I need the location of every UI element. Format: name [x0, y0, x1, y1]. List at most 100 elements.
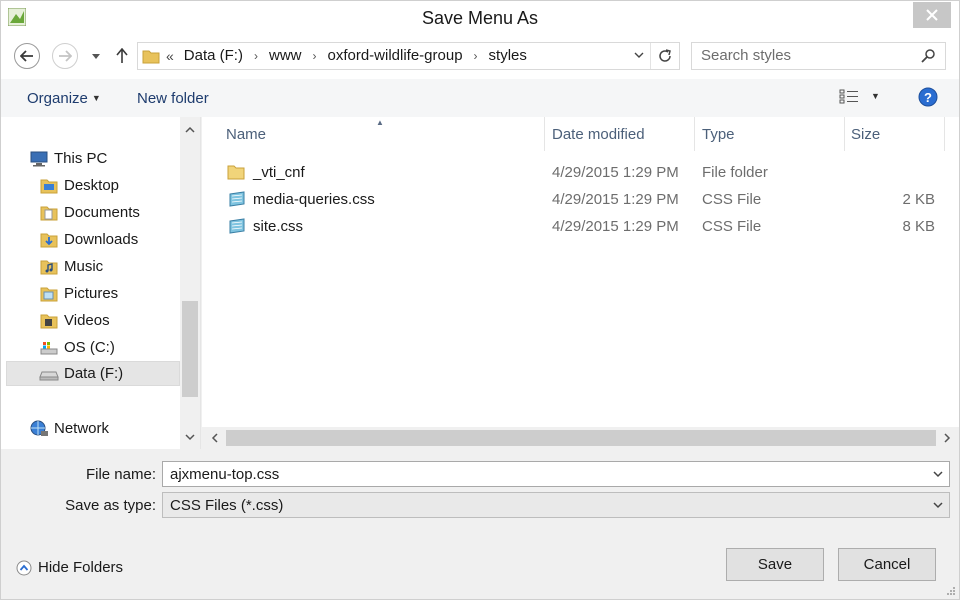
nav-item-videos[interactable]: Videos	[39, 308, 110, 333]
cancel-button[interactable]: Cancel	[838, 548, 936, 581]
chevron-up-icon	[185, 126, 195, 133]
file-size: 2 KB	[902, 191, 935, 208]
search-input[interactable]	[701, 47, 901, 64]
nav-item-downloads[interactable]: Downloads	[39, 227, 138, 252]
column-divider[interactable]	[544, 117, 545, 151]
navigation-scrollbar[interactable]	[180, 117, 200, 449]
file-type: CSS File	[702, 218, 762, 235]
breadcrumb-item[interactable]: oxford-wildlife-group	[327, 47, 462, 64]
videos-folder-icon	[40, 314, 58, 328]
help-icon[interactable]: ?	[918, 87, 938, 107]
arrow-left-icon	[20, 50, 33, 62]
new-folder-button[interactable]: New folder	[137, 90, 209, 107]
column-divider[interactable]	[694, 117, 695, 151]
breadcrumb-separator-icon[interactable]: ›	[312, 49, 316, 63]
hide-folders-button[interactable]: Hide Folders	[16, 559, 123, 576]
nav-item-label: Desktop	[64, 177, 120, 194]
breadcrumb-separator-icon[interactable]: ›	[474, 49, 478, 63]
chevron-left-icon	[211, 433, 218, 443]
sort-ascending-icon: ▲	[376, 118, 384, 127]
file-date: 4/29/2015 1:29 PM	[552, 164, 679, 181]
address-row: « Data (F:) › www › oxford-wildlife-grou…	[1, 35, 959, 79]
navigation-pane: This PC Desktop Documents Downloads Musi…	[1, 117, 201, 449]
column-header-size[interactable]: Size	[851, 117, 880, 151]
scrollbar-thumb[interactable]	[182, 301, 198, 397]
scroll-left-button[interactable]	[203, 428, 225, 448]
column-divider[interactable]	[944, 117, 945, 151]
file-row[interactable]: _vti_cnf 4/29/2015 1:29 PM File folder	[202, 159, 959, 186]
music-folder-icon	[40, 260, 58, 274]
system-drive-icon	[40, 341, 58, 354]
resize-grip-icon[interactable]	[946, 586, 956, 596]
file-name-input[interactable]	[170, 466, 910, 483]
search-box[interactable]	[691, 42, 946, 70]
folder-icon	[142, 50, 160, 64]
chevron-down-icon[interactable]	[932, 470, 944, 479]
chevron-down-icon[interactable]	[932, 501, 944, 510]
address-bar[interactable]: « Data (F:) › www › oxford-wildlife-grou…	[137, 42, 680, 70]
breadcrumb-item[interactable]: styles	[489, 47, 527, 64]
column-header-type[interactable]: Type	[702, 117, 735, 151]
chevron-down-icon: ▼	[91, 93, 101, 103]
back-button[interactable]	[14, 43, 40, 69]
nav-item-label: This PC	[54, 150, 108, 167]
organize-label: Organize	[27, 90, 88, 107]
address-dropdown-icon[interactable]	[633, 49, 645, 61]
column-header-date[interactable]: Date modified	[552, 117, 645, 151]
breadcrumb-item[interactable]: www	[269, 47, 302, 64]
scrollbar-thumb[interactable]	[226, 430, 936, 446]
recent-locations-button[interactable]	[89, 49, 103, 63]
nav-item-os-c[interactable]: OS (C:)	[39, 335, 115, 360]
file-list: Name ▲ Date modified Type Size _vti_cnf …	[202, 117, 959, 427]
nav-item-data-f[interactable]: Data (F:)	[6, 361, 180, 386]
column-divider[interactable]	[844, 117, 845, 151]
address-divider	[650, 43, 651, 69]
file-row[interactable]: site.css 4/29/2015 1:29 PM CSS File 8 KB	[202, 213, 959, 240]
organize-button[interactable]: Organize ▼	[27, 90, 101, 107]
file-list-scrollbar[interactable]	[202, 427, 959, 449]
refresh-button[interactable]	[655, 46, 675, 66]
network-icon	[30, 420, 48, 436]
search-icon[interactable]	[920, 48, 936, 64]
breadcrumb-separator-icon[interactable]: ›	[254, 49, 258, 63]
view-options-chevron-icon[interactable]: ▼	[871, 91, 880, 101]
breadcrumb-overflow[interactable]: «	[166, 48, 174, 64]
desktop-folder-icon	[40, 179, 58, 193]
css-file-icon	[229, 191, 245, 207]
save-type-value: CSS Files (*.css)	[170, 497, 284, 514]
nav-item-pictures[interactable]: Pictures	[39, 281, 118, 306]
close-button[interactable]	[913, 2, 951, 28]
nav-item-label: Downloads	[64, 231, 139, 248]
arrow-up-icon	[116, 48, 128, 63]
save-type-select[interactable]: CSS Files (*.css)	[162, 492, 950, 518]
scroll-up-button[interactable]	[180, 119, 200, 139]
nav-item-this-pc[interactable]: This PC	[29, 146, 107, 171]
view-details-icon[interactable]	[839, 89, 859, 105]
nav-item-music[interactable]: Music	[39, 254, 103, 279]
forward-button[interactable]	[52, 43, 78, 69]
chevron-right-icon	[943, 433, 950, 443]
window-title: Save Menu As	[421, 8, 539, 28]
nav-item-documents[interactable]: Documents	[39, 200, 140, 225]
nav-item-label: Data (F:)	[64, 365, 124, 382]
file-name-combo[interactable]	[162, 461, 950, 487]
file-name: media-queries.css	[253, 191, 375, 208]
file-row[interactable]: media-queries.css 4/29/2015 1:29 PM CSS …	[202, 186, 959, 213]
save-button[interactable]: Save	[726, 548, 824, 581]
file-type: CSS File	[702, 191, 762, 208]
up-button[interactable]	[111, 45, 133, 67]
nav-item-label: Videos	[64, 312, 110, 329]
scroll-down-button[interactable]	[180, 427, 200, 447]
css-file-icon	[229, 218, 245, 234]
column-header-name[interactable]: Name	[226, 117, 266, 151]
file-date: 4/29/2015 1:29 PM	[552, 218, 679, 235]
file-name: _vti_cnf	[253, 164, 305, 181]
file-size: 8 KB	[902, 218, 935, 235]
breadcrumb-item[interactable]: Data (F:)	[184, 47, 243, 64]
nav-item-network[interactable]: Network	[29, 416, 109, 441]
chevron-down-icon	[92, 53, 100, 59]
computer-icon	[30, 151, 48, 166]
file-name-label: File name:	[85, 466, 156, 483]
nav-item-desktop[interactable]: Desktop	[39, 173, 119, 198]
scroll-right-button[interactable]	[936, 428, 958, 448]
